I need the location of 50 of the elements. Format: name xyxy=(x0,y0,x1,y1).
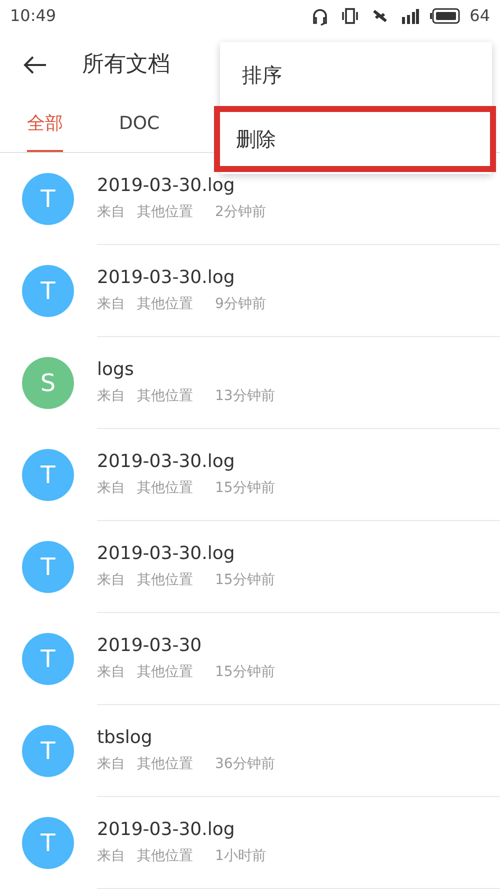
file-name[interactable]: 2019-03-30.log xyxy=(97,450,500,474)
file-time: 1小时前 xyxy=(215,847,266,866)
source-label: 来自 xyxy=(97,571,125,590)
file-avatar: T xyxy=(22,725,74,777)
file-name[interactable]: 2019-03-30.log xyxy=(97,542,500,566)
menu-item[interactable]: 排序 xyxy=(220,44,492,106)
file-avatar: T xyxy=(22,173,74,225)
file-time: 2分钟前 xyxy=(215,203,266,222)
file-name[interactable]: tbslog xyxy=(97,726,500,750)
file-time: 15分钟前 xyxy=(215,571,275,590)
file-avatar: T xyxy=(22,265,74,317)
vibrate-icon xyxy=(340,6,360,26)
source-label: 来自 xyxy=(97,295,125,314)
file-avatar: T xyxy=(22,817,74,869)
file-time: 15分钟前 xyxy=(215,663,275,682)
file-location: 其他位置 xyxy=(137,571,193,590)
file-location: 其他位置 xyxy=(137,203,193,222)
file-name[interactable]: 2019-03-30.log xyxy=(97,266,500,290)
file-location: 其他位置 xyxy=(137,387,193,406)
file-location: 其他位置 xyxy=(137,847,193,866)
file-name[interactable]: logs xyxy=(97,358,500,382)
source-label: 来自 xyxy=(97,203,125,222)
source-label: 来自 xyxy=(97,387,125,406)
file-time: 9分钟前 xyxy=(215,295,266,314)
status-time: 10:49 xyxy=(10,5,56,27)
file-avatar: T xyxy=(22,449,74,501)
file-location: 其他位置 xyxy=(137,479,193,498)
source-label: 来自 xyxy=(97,479,125,498)
file-name[interactable]: 2019-03-30 xyxy=(97,634,500,658)
tab[interactable]: 全部 xyxy=(27,97,63,152)
source-label: 来自 xyxy=(97,755,125,774)
battery-icon xyxy=(430,8,460,24)
file-location: 其他位置 xyxy=(137,755,193,774)
file-name[interactable]: 2019-03-30.log xyxy=(97,818,500,842)
file-avatar: S xyxy=(22,357,74,409)
file-time: 15分钟前 xyxy=(215,479,275,498)
file-time: 36分钟前 xyxy=(215,755,275,774)
source-label: 来自 xyxy=(97,847,125,866)
tab[interactable]: DOC xyxy=(119,97,160,152)
file-location: 其他位置 xyxy=(137,295,193,314)
file-name[interactable]: 2019-03-30.log xyxy=(97,174,500,198)
file-location: 其他位置 xyxy=(137,663,193,682)
file-time: 13分钟前 xyxy=(215,387,275,406)
file-avatar: T xyxy=(22,633,74,685)
file-avatar: T xyxy=(22,541,74,593)
battery-level: 64 xyxy=(470,5,490,27)
menu-item[interactable]: 删除 xyxy=(214,106,496,172)
signal-icon xyxy=(400,7,420,25)
page-title: 所有文档 xyxy=(82,51,170,79)
source-label: 来自 xyxy=(97,663,125,682)
